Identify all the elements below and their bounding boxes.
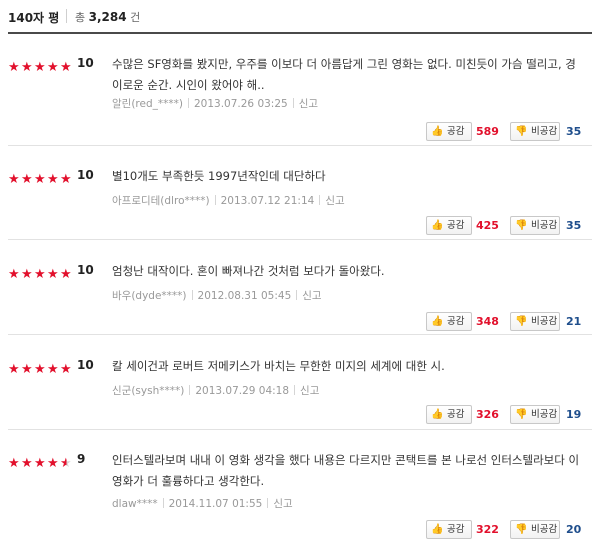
star-icon: ★ <box>34 267 46 282</box>
star-icon: ★ <box>47 362 59 377</box>
star-icon: ★ <box>47 172 59 187</box>
star-icon: ★ <box>60 172 72 187</box>
review-date: 2013.07.26 03:25 <box>193 98 288 110</box>
review-date: 2013.07.29 04:18 <box>195 385 290 397</box>
review-score: 10 <box>77 358 94 372</box>
dislike-count: 35 <box>566 219 582 232</box>
star-icon: ★ <box>60 362 72 377</box>
thumbs-down-icon: 👎 <box>515 316 528 327</box>
review-comment: 엄청난 대작이다. 혼이 빠져나간 것처럼 보다가 돌아왔다. <box>112 264 385 278</box>
report-link[interactable]: 신고 <box>302 290 321 302</box>
star-icon: ★ <box>60 267 72 282</box>
star-rating: ★★★★★ <box>8 168 74 187</box>
star-icon: ★ <box>34 172 46 187</box>
dislike-count: 20 <box>566 523 582 536</box>
report-link[interactable]: 신고 <box>299 98 318 110</box>
review-score: 10 <box>77 168 94 182</box>
star-icon: ★ <box>34 456 46 471</box>
star-icon: ★ <box>34 60 46 75</box>
like-count: 322 <box>476 523 499 536</box>
review-date: 2013.07.12 21:14 <box>220 195 315 207</box>
thumbs-up-icon: 👍 <box>431 316 444 327</box>
report-link[interactable]: 신고 <box>300 385 319 397</box>
star-icon: ★ <box>34 362 46 377</box>
star-icon: ★ <box>47 60 59 75</box>
star-icon: ★ <box>21 362 33 377</box>
like-button[interactable]: 👍 공감 <box>426 312 472 331</box>
star-rating: ★★★★★ <box>8 263 74 282</box>
thumbs-up-icon: 👍 <box>431 126 444 137</box>
star-icon: ★ <box>21 456 33 471</box>
review-score: 9 <box>77 452 86 466</box>
like-button[interactable]: 👍 공감 <box>426 405 472 424</box>
like-button[interactable]: 👍 공감 <box>426 122 472 141</box>
like-count: 425 <box>476 219 499 232</box>
dislike-button[interactable]: 👎 비공감 <box>510 122 560 141</box>
dislike-count: 35 <box>566 125 582 138</box>
star-icon: ★ <box>8 172 20 187</box>
review-meta: 아프로디테(dlro****) 2013.07.12 21:14 신고 <box>112 193 345 208</box>
dislike-count: 21 <box>566 315 582 328</box>
star-icon: ★ <box>8 267 20 282</box>
thumbs-down-icon: 👎 <box>515 409 528 420</box>
dislike-button[interactable]: 👎 비공감 <box>510 312 560 331</box>
review-item: ★★★★★ 9 인터스텔라보며 내내 이 영화 생각을 했다 내용은 다르지만 … <box>8 452 592 549</box>
review-score: 10 <box>77 56 94 70</box>
review-item: ★★★★★ 10 수많은 SF영화를 봤지만, 우주를 이보다 더 아름답게 그… <box>8 56 592 146</box>
review-item: ★★★★★ 10 별10개도 부족한듯 1997년작인데 대단하다 아프로디테(… <box>8 168 592 240</box>
star-half-icon: ★ <box>60 456 72 471</box>
review-user[interactable]: 바우(dyde****) <box>112 290 187 302</box>
star-icon: ★ <box>8 60 20 75</box>
thumbs-down-icon: 👎 <box>515 126 528 137</box>
report-link[interactable]: 신고 <box>325 195 344 207</box>
star-icon: ★ <box>8 456 20 471</box>
star-rating: ★★★★★ <box>8 452 74 471</box>
dislike-button[interactable]: 👎 비공감 <box>510 216 560 235</box>
star-icon: ★ <box>8 362 20 377</box>
review-item: ★★★★★ 10 칼 세이건과 로버트 저메키스가 바치는 무한한 미지의 세계… <box>8 358 592 430</box>
review-user[interactable]: dlaw**** <box>112 498 158 510</box>
thumbs-up-icon: 👍 <box>431 409 444 420</box>
star-icon: ★ <box>21 60 33 75</box>
report-link[interactable]: 신고 <box>273 498 292 510</box>
review-meta: 신군(sysh****) 2013.07.29 04:18 신고 <box>112 383 319 398</box>
review-comment: 인터스텔라보며 내내 이 영화 생각을 했다 내용은 다르지만 콘택트를 본 나… <box>112 453 580 488</box>
star-icon: ★ <box>21 172 33 187</box>
section-title: 140자 평 <box>8 11 60 25</box>
star-rating: ★★★★★ <box>8 56 74 75</box>
review-comment: 칼 세이건과 로버트 저메키스가 바치는 무한한 미지의 세계에 대한 시. <box>112 359 445 373</box>
review-comment: 수많은 SF영화를 봤지만, 우주를 이보다 더 아름답게 그린 영화는 없다.… <box>112 57 576 92</box>
star-icon: ★ <box>60 60 72 75</box>
dislike-count: 19 <box>566 408 582 421</box>
like-count: 589 <box>476 125 499 138</box>
thumbs-up-icon: 👍 <box>431 524 444 535</box>
dislike-button[interactable]: 👎 비공감 <box>510 405 560 424</box>
review-meta: 알린(red_****) 2013.07.26 03:25 신고 <box>112 96 318 111</box>
thumbs-up-icon: 👍 <box>431 220 444 231</box>
star-icon: ★ <box>21 267 33 282</box>
review-score: 10 <box>77 263 94 277</box>
dislike-button[interactable]: 👎 비공감 <box>510 520 560 539</box>
review-date: 2012.08.31 05:45 <box>197 290 292 302</box>
review-item: ★★★★★ 10 엄청난 대작이다. 혼이 빠져나간 것처럼 보다가 돌아왔다.… <box>8 263 592 335</box>
total-count: 총 3,284 건 <box>75 10 141 24</box>
review-user[interactable]: 알린(red_****) <box>112 98 183 110</box>
thumbs-down-icon: 👎 <box>515 524 528 535</box>
review-user[interactable]: 신군(sysh****) <box>112 385 184 397</box>
like-button[interactable]: 👍 공감 <box>426 520 472 539</box>
review-meta: 바우(dyde****) 2012.08.31 05:45 신고 <box>112 288 322 303</box>
reviews-header: 140자 평 총 3,284 건 <box>8 0 592 34</box>
review-meta: dlaw**** 2014.11.07 01:55 신고 <box>112 496 293 511</box>
review-date: 2014.11.07 01:55 <box>168 498 263 510</box>
star-icon: ★ <box>47 267 59 282</box>
header-divider <box>66 9 67 23</box>
thumbs-down-icon: 👎 <box>515 220 528 231</box>
like-button[interactable]: 👍 공감 <box>426 216 472 235</box>
star-rating: ★★★★★ <box>8 358 74 377</box>
star-icon: ★ <box>47 456 59 471</box>
review-user[interactable]: 아프로디테(dlro****) <box>112 195 210 207</box>
like-count: 348 <box>476 315 499 328</box>
review-comment: 별10개도 부족한듯 1997년작인데 대단하다 <box>112 169 326 183</box>
like-count: 326 <box>476 408 499 421</box>
